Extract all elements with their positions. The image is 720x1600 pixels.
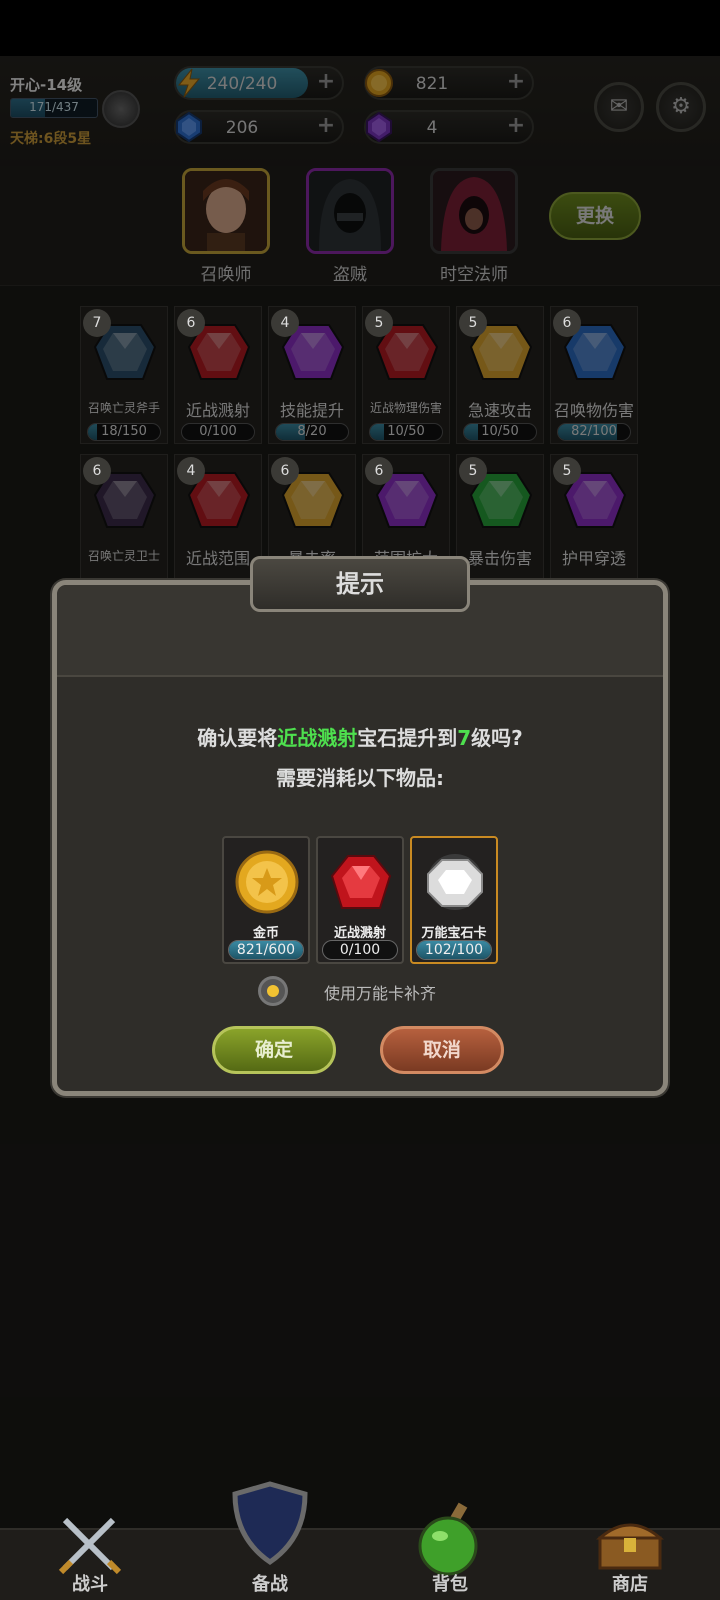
nav-battle[interactable]: 战斗 xyxy=(30,1500,150,1600)
gem-level-badge: 7 xyxy=(83,309,111,337)
potion-icon xyxy=(418,1502,478,1576)
use-universal-card-label: 使用万能卡补齐 xyxy=(324,984,437,1003)
gem-level-badge: 6 xyxy=(365,457,393,485)
universal-gem-icon xyxy=(420,842,490,922)
cost-item-gem: 近战溅射 0/100 xyxy=(316,836,404,964)
gem-level-badge: 6 xyxy=(553,309,581,337)
cost-item-universal-card: 万能宝石卡 102/100 xyxy=(410,836,498,964)
nav-shop[interactable]: 商店 xyxy=(570,1500,690,1600)
gem-level-badge: 5 xyxy=(365,309,393,337)
cost-item-name: 近战溅射 xyxy=(333,926,386,941)
shield-icon xyxy=(232,1481,308,1566)
treasure-chest-icon xyxy=(595,1523,665,1570)
cost-item-progress: 102/100 xyxy=(416,940,492,960)
cost-item-name: 金币 xyxy=(252,926,279,941)
dialog-title: 提示 xyxy=(250,556,470,612)
cost-item-gold: 金币 821/600 xyxy=(222,836,310,964)
cost-item-count: 821/600 xyxy=(236,942,296,958)
gem-level-badge: 5 xyxy=(459,457,487,485)
nav-label: 备战 xyxy=(252,1574,288,1595)
cost-item-progress: 821/600 xyxy=(228,940,304,960)
gem-level-badge: 5 xyxy=(553,457,581,485)
gem-level-badge: 5 xyxy=(459,309,487,337)
dialog-message: 确认要将近战溅射宝石提升到7级吗? xyxy=(52,722,668,751)
gem-level-badge: 4 xyxy=(271,309,299,337)
message-text: 确认要将 xyxy=(197,726,278,750)
dialog-cost-label: 需要消耗以下物品: xyxy=(276,766,444,790)
nav-label: 背包 xyxy=(432,1574,468,1595)
cost-item-name: 万能宝石卡 xyxy=(421,926,487,941)
nav-label: 战斗 xyxy=(72,1574,108,1595)
gem-level-badge: 6 xyxy=(83,457,111,485)
nav-bag[interactable]: 背包 xyxy=(390,1500,510,1600)
use-universal-card-toggle[interactable] xyxy=(258,976,288,1006)
target-level-highlight: 7 xyxy=(457,726,472,750)
gem-level-badge: 6 xyxy=(177,309,205,337)
cost-item-progress: 0/100 xyxy=(322,940,398,960)
message-text: 宝石提升到 xyxy=(357,726,458,750)
red-gem-icon xyxy=(326,842,396,922)
cost-item-count: 0/100 xyxy=(339,942,381,958)
confirm-button[interactable]: 确定 xyxy=(212,1026,336,1074)
cost-item-count: 102/100 xyxy=(424,942,484,958)
nav-prepare[interactable]: 备战 xyxy=(210,1481,330,1600)
gem-level-badge: 6 xyxy=(271,457,299,485)
cancel-button[interactable]: 取消 xyxy=(380,1026,504,1074)
message-text: 级吗? xyxy=(471,726,523,750)
nav-label: 商店 xyxy=(612,1574,648,1595)
gem-level-badge: 4 xyxy=(177,457,205,485)
gem-name-highlight: 近战溅射 xyxy=(277,726,358,750)
gold-coin-icon xyxy=(232,842,302,922)
